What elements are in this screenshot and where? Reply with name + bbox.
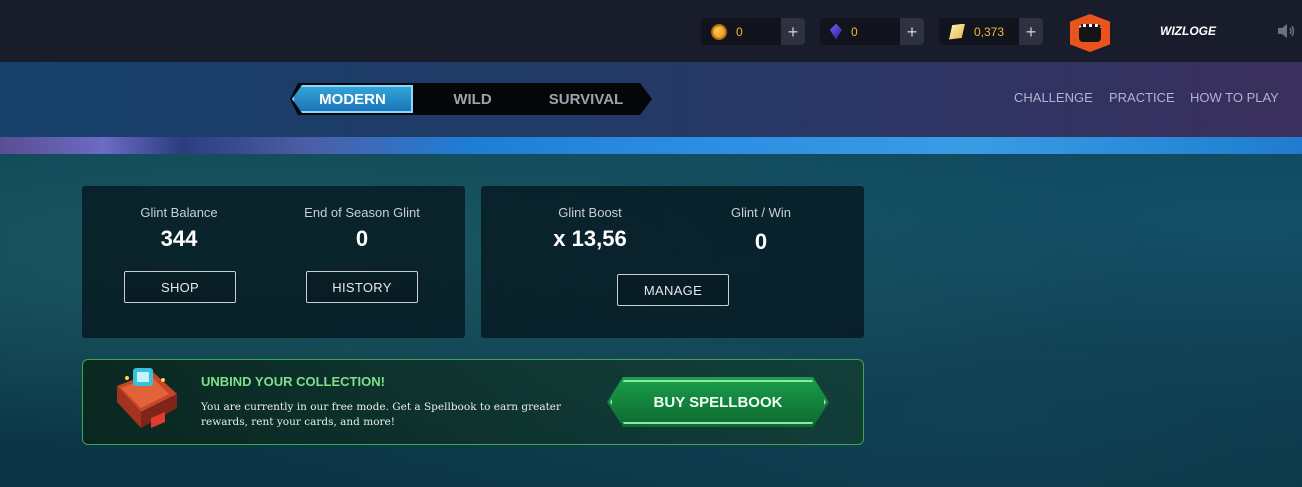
coin-icon [711, 23, 727, 40]
add-dec-button[interactable]: + [900, 18, 924, 45]
username[interactable]: WIZLOGE [1160, 24, 1216, 38]
practice-link[interactable]: PRACTICE [1109, 90, 1175, 105]
tab-wild[interactable]: WILD [415, 83, 530, 115]
challenge-link[interactable]: CHALLENGE [1014, 90, 1093, 105]
end-season-glint-value: 0 [355, 226, 369, 251]
history-button[interactable]: HISTORY [306, 271, 418, 303]
credits-value: 0 [736, 24, 743, 39]
top-bar: 0 + 0 + 0,373 + WIZLOGE [0, 0, 1302, 62]
end-season-glint-label: End of Season Glint [304, 205, 420, 220]
monster-mouth-icon [1079, 24, 1101, 42]
avatar[interactable] [1070, 14, 1110, 52]
glint-balance-top: 0,373 + [939, 18, 1043, 45]
manage-button[interactable]: MANAGE [617, 274, 729, 306]
tab-modern[interactable]: MODERN [292, 85, 413, 113]
glint-icon [949, 23, 965, 40]
gem-icon [830, 23, 842, 40]
credits-balance: 0 + [701, 18, 805, 45]
dec-balance: 0 + [820, 18, 924, 45]
glint-balance-value: 344 [160, 226, 198, 251]
spellbook-banner: UNBIND YOUR COLLECTION! You are currentl… [82, 359, 864, 445]
add-glint-button[interactable]: + [1019, 18, 1043, 45]
banner-title: UNBIND YOUR COLLECTION! [201, 374, 385, 389]
shop-button[interactable]: SHOP [124, 271, 236, 303]
glint-boost-stat: Glint Boost x 13,56 [500, 205, 680, 252]
tab-survival[interactable]: SURVIVAL [530, 83, 652, 115]
glint-balance-label: Glint Balance [140, 205, 218, 220]
glint-per-win-stat: Glint / Win 0 [671, 205, 851, 255]
mode-tabs: MODERN WILD SURVIVAL [290, 83, 652, 115]
glint-per-win-label: Glint / Win [731, 205, 791, 220]
end-season-glint-stat: End of Season Glint 0 [272, 205, 452, 252]
banner-text: You are currently in our free mode. Get … [201, 401, 562, 428]
add-credits-button[interactable]: + [781, 18, 805, 45]
glint-boost-panel: Glint Boost x 13,56 Glint / Win 0 MANAGE [481, 186, 864, 338]
speaker-icon[interactable] [1278, 24, 1296, 38]
dec-value: 0 [851, 24, 858, 39]
glint-balance-panel: Glint Balance 344 End of Season Glint 0 … [82, 186, 465, 338]
buy-spellbook-button[interactable]: BUY SPELLBOOK [607, 377, 829, 427]
glint-boost-value: x 13,56 [553, 226, 627, 251]
glint-balance-stat: Glint Balance 344 [89, 205, 269, 252]
how-to-play-link[interactable]: HOW TO PLAY [1190, 90, 1279, 105]
glint-per-win-value: 0 [754, 229, 768, 254]
glint-boost-label: Glint Boost [558, 205, 622, 220]
glint-value: 0,373 [974, 24, 1005, 39]
spellbook-icon [117, 368, 177, 428]
banner-artwork [0, 137, 1302, 154]
